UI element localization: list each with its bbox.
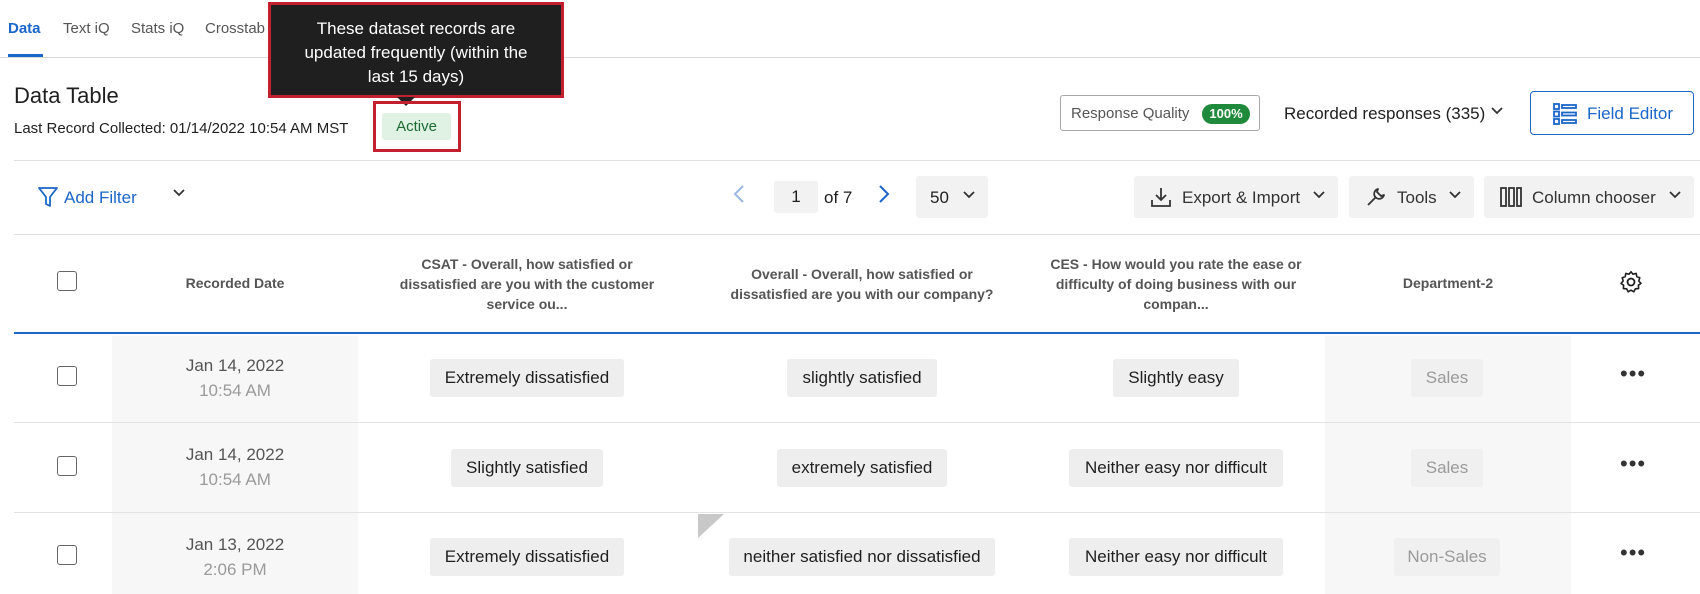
- tab-stats-iq[interactable]: Stats iQ: [131, 20, 184, 37]
- csat-value: Extremely dissatisfied: [430, 538, 624, 576]
- tooltip: These dataset records are updated freque…: [268, 2, 564, 98]
- column-header-overall[interactable]: Overall - Overall, how satisfied or diss…: [718, 264, 1006, 304]
- divider: [14, 160, 1700, 161]
- chevron-down-icon: [1313, 191, 1325, 199]
- tools-button[interactable]: Tools: [1349, 176, 1474, 218]
- response-quality-label: Response Quality: [1071, 105, 1190, 122]
- row-date: Jan 14, 2022: [185, 445, 285, 464]
- more-icon[interactable]: •••: [1620, 451, 1646, 477]
- field-editor-label: Field Editor: [1587, 104, 1673, 123]
- select-all-checkbox[interactable]: [57, 271, 77, 291]
- ces-value: Neither easy nor difficult: [1069, 538, 1283, 576]
- page-count: of 7: [824, 188, 853, 207]
- department-value: Non-Sales: [1394, 538, 1500, 576]
- csat-value: Extremely dissatisfied: [430, 359, 624, 397]
- chevron-left-icon[interactable]: [732, 183, 746, 211]
- page-number-input[interactable]: 1: [774, 181, 818, 213]
- wrench-icon: [1367, 188, 1385, 206]
- last-record-collected: Last Record Collected: 01/14/2022 10:54 …: [14, 120, 349, 137]
- overall-value: slightly satisfied: [787, 359, 937, 397]
- per-page-value: 50: [930, 188, 949, 207]
- row-time: 10:54 AM: [199, 470, 271, 489]
- row-time: 10:54 AM: [199, 381, 271, 400]
- row-checkbox[interactable]: [57, 545, 77, 565]
- department-value: Sales: [1411, 359, 1483, 397]
- response-quality-badge: 100%: [1202, 104, 1250, 124]
- column-chooser-label: Column chooser: [1532, 188, 1656, 207]
- field-editor-icon: [1553, 103, 1577, 125]
- download-icon: [1151, 188, 1171, 207]
- chevron-down-icon: [963, 191, 975, 199]
- tools-label: Tools: [1397, 188, 1437, 207]
- tab-data[interactable]: Data: [8, 20, 41, 37]
- per-page-select[interactable]: 50: [916, 176, 988, 218]
- response-quality-button[interactable]: Response Quality 100%: [1060, 95, 1260, 131]
- recorded-responses-dropdown[interactable]: Recorded responses (335): [1284, 104, 1485, 124]
- department-value: Sales: [1411, 449, 1483, 487]
- row-date: Jan 14, 2022: [185, 356, 285, 375]
- column-header-department[interactable]: Department-2: [1354, 273, 1542, 293]
- column-header-ces[interactable]: CES - How would you rate the ease or dif…: [1048, 254, 1304, 314]
- filter-icon: [38, 187, 58, 207]
- column-chooser-button[interactable]: Column chooser: [1484, 176, 1694, 218]
- tab-bar: Data Text iQ Stats iQ Crosstab: [0, 0, 1700, 58]
- column-header-recorded-date[interactable]: Recorded Date: [112, 273, 358, 293]
- chevron-right-icon[interactable]: [877, 183, 891, 211]
- row-checkbox[interactable]: [57, 366, 77, 386]
- divider: [14, 234, 1700, 235]
- row-time: 2:06 PM: [203, 560, 267, 579]
- chevron-down-icon: [1669, 191, 1681, 199]
- column-header-csat[interactable]: CSAT - Overall, how satisfied or dissati…: [388, 254, 666, 314]
- chevron-down-icon[interactable]: [1490, 104, 1504, 121]
- ces-value: Slightly easy: [1113, 359, 1239, 397]
- chevron-down-icon: [1449, 191, 1461, 199]
- status-badge[interactable]: Active: [382, 113, 451, 140]
- add-filter-label: Add Filter: [64, 188, 137, 207]
- table-header-underline: [14, 332, 1700, 334]
- more-icon[interactable]: •••: [1620, 361, 1646, 387]
- overall-value: neither satisfied nor dissatisfied: [729, 538, 995, 576]
- row-date: Jan 13, 2022: [185, 535, 285, 554]
- tab-text-iq[interactable]: Text iQ: [63, 20, 110, 37]
- cell-comment-indicator: [698, 514, 724, 538]
- tab-crosstab[interactable]: Crosstab: [205, 20, 265, 37]
- more-icon[interactable]: •••: [1620, 540, 1646, 566]
- csat-value: Slightly satisfied: [451, 449, 603, 487]
- active-tab-indicator: [8, 54, 43, 57]
- row-divider: [14, 422, 1700, 423]
- gear-icon[interactable]: [1619, 270, 1643, 294]
- columns-icon: [1500, 187, 1522, 207]
- row-checkbox[interactable]: [57, 456, 77, 476]
- chevron-down-icon[interactable]: [172, 186, 186, 203]
- row-divider: [14, 512, 1700, 513]
- overall-value: extremely satisfied: [777, 449, 947, 487]
- export-import-button[interactable]: Export & Import: [1134, 176, 1338, 218]
- field-editor-button[interactable]: Field Editor: [1530, 91, 1694, 135]
- ces-value: Neither easy nor difficult: [1069, 449, 1283, 487]
- page-title: Data Table: [14, 83, 119, 108]
- export-import-label: Export & Import: [1182, 188, 1301, 207]
